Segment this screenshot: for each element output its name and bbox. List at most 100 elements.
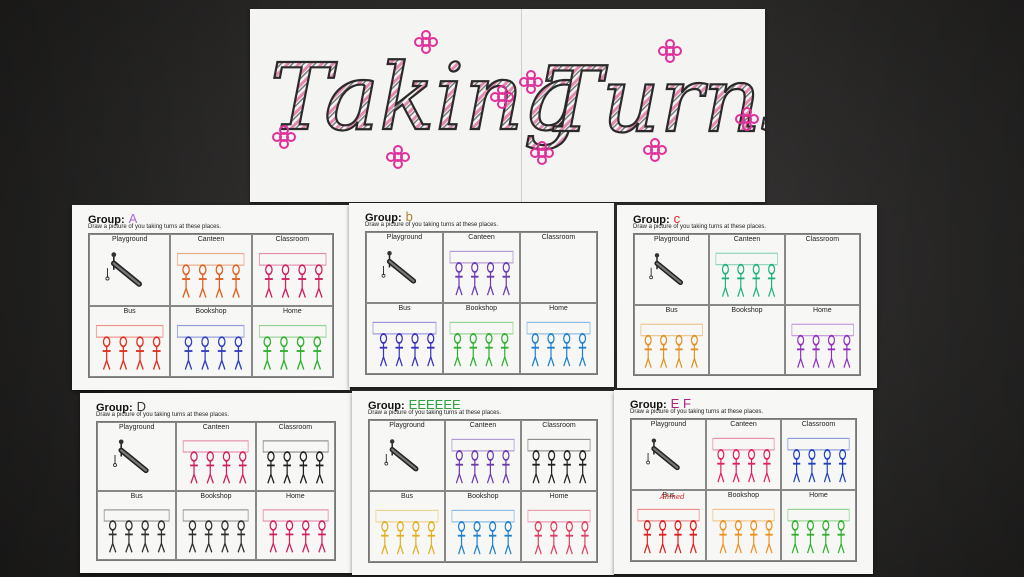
- handwritten-name: Ahmed: [659, 493, 685, 501]
- place-label: Classroom: [275, 236, 310, 243]
- child-drawing: [183, 440, 249, 484]
- place-label: Bookshop: [200, 493, 232, 500]
- place-label: Bookshop: [465, 305, 498, 312]
- places-grid: Playground Canteen Classroom Bus Bookshop Hom…: [365, 231, 598, 375]
- slide-drawing: [646, 438, 680, 471]
- banner-word-turns: Turns: [542, 48, 765, 153]
- cell-classroom: Classroom: [521, 420, 597, 491]
- instruction-text: Draw a picture of you taking turns at th…: [88, 224, 222, 230]
- child-drawing: [258, 324, 327, 370]
- places-grid: Playground Canteen Classroom Bus Bookshop Hom…: [88, 233, 334, 378]
- cell-bookshop: Bookshop: [706, 490, 781, 561]
- cell-playground: Playground: [369, 420, 445, 491]
- place-label: Bus: [123, 307, 136, 315]
- cell-bookshop: Bookshop: [176, 491, 256, 560]
- place-label: Bus: [130, 493, 143, 500]
- place-label: Bookshop: [195, 307, 227, 315]
- place-label: Bus: [398, 305, 411, 312]
- child-drawing: [527, 509, 591, 555]
- child-drawing: [183, 509, 249, 553]
- child-drawing: [451, 509, 515, 555]
- child-drawing: [791, 323, 854, 368]
- cell-home: Home: [255, 491, 335, 560]
- place-label: Canteen: [197, 236, 225, 243]
- instruction-text: Draw a picture of you taking turns at th…: [630, 409, 764, 415]
- instruction-text: Draw a picture of you taking turns at th…: [96, 412, 230, 418]
- cell-classroom: Classroom: [251, 234, 333, 306]
- cell-bus: Bus: [97, 491, 177, 560]
- slide-drawing: [105, 252, 142, 287]
- places-grid: Playground Canteen Classroom Bus Bookshop Hom…: [368, 419, 598, 563]
- cell-bus: Bus Ahmed: [631, 490, 706, 561]
- cell-bookshop: Bookshop: [709, 304, 785, 375]
- child-drawing: [640, 323, 703, 368]
- place-label: Playground: [111, 236, 148, 243]
- cell-playground: Playground: [89, 234, 171, 306]
- banner-word-taking: Taking: [270, 44, 582, 151]
- cell-bookshop: Bookshop: [170, 305, 252, 377]
- worksheet-group-ef: Group: E F Draw a picture of you taking tu…: [614, 390, 873, 574]
- place-label: Classroom: [801, 421, 836, 428]
- place-label: Classroom: [805, 236, 840, 243]
- cell-playground: Playground: [634, 234, 710, 305]
- slide-drawing: [649, 253, 684, 286]
- cell-bookshop: Bookshop: [443, 303, 520, 374]
- place-label: Home: [809, 492, 828, 499]
- place-label: Home: [812, 306, 832, 314]
- cell-canteen: Canteen: [170, 234, 252, 306]
- cell-bookshop: Bookshop: [445, 491, 521, 562]
- places-grid: Playground Canteen Classroom Bus Bookshop Hom…: [96, 421, 336, 561]
- place-label: Playground: [650, 421, 687, 428]
- places-grid: Playground Canteen Classroom Bus Ahmed Booksh…: [630, 418, 857, 562]
- child-drawing: [712, 437, 775, 483]
- cell-bus: Bus: [366, 303, 443, 374]
- place-label: Home: [549, 305, 568, 312]
- child-drawing: [95, 324, 164, 370]
- place-label: Bookshop: [467, 493, 499, 500]
- place-label: Canteen: [469, 422, 497, 429]
- child-drawing: [177, 324, 245, 370]
- child-drawing: [103, 509, 170, 553]
- instruction-text: Draw a picture of you taking turns at th…: [368, 410, 502, 416]
- cell-playground: Playground: [366, 232, 443, 303]
- place-label: Bus: [400, 493, 414, 500]
- child-drawing: [177, 252, 245, 298]
- cell-classroom: Classroom: [255, 422, 335, 491]
- cell-canteen: Canteen: [709, 234, 785, 305]
- slide-drawing: [384, 439, 419, 472]
- worksheet-group-b: Group: b Draw a picture of you taking turn…: [349, 203, 614, 387]
- cell-canteen: Canteen: [176, 422, 256, 491]
- cell-canteen: Canteen: [445, 420, 521, 491]
- taking-turns-banner: Taking Turns: [250, 9, 765, 202]
- place-label: Playground: [118, 424, 155, 431]
- place-label: Canteen: [468, 234, 495, 241]
- place-label: Bookshop: [727, 492, 760, 499]
- cell-classroom: Classroom: [520, 232, 597, 303]
- cell-playground: Playground: [97, 422, 177, 491]
- slide-drawing: [381, 251, 417, 284]
- child-drawing: [262, 509, 329, 553]
- child-drawing: [712, 508, 775, 554]
- place-label: Canteen: [733, 236, 761, 243]
- place-label: Canteen: [202, 424, 230, 431]
- child-drawing: [787, 508, 850, 554]
- child-drawing: [637, 508, 700, 554]
- place-label: Home: [549, 493, 569, 500]
- child-drawing: [527, 438, 591, 484]
- child-drawing: [258, 252, 327, 298]
- place-label: Canteen: [730, 421, 757, 428]
- cell-home: Home: [521, 491, 597, 562]
- place-label: Bookshop: [731, 306, 763, 314]
- place-label: Home: [285, 493, 305, 500]
- worksheet-group-a: Group: A Draw a picture of you taking turn…: [72, 205, 350, 390]
- slide-drawing: [113, 439, 149, 474]
- child-drawing: [449, 321, 514, 367]
- cell-bus: Bus: [369, 491, 445, 562]
- cell-playground: Playground: [631, 419, 706, 490]
- cell-canteen: Canteen: [706, 419, 781, 490]
- child-drawing: [451, 438, 515, 484]
- cell-home: Home: [784, 304, 860, 375]
- child-drawing: [715, 252, 779, 298]
- child-drawing: [526, 321, 591, 367]
- cell-home: Home: [251, 305, 333, 377]
